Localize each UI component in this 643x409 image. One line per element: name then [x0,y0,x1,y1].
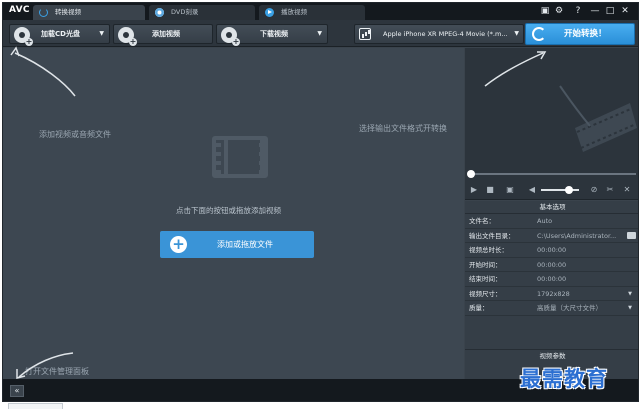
seek-handle[interactable] [467,170,475,178]
maximize-button[interactable]: □ [604,5,616,17]
option-value[interactable]: 1792x828 [537,287,570,301]
tools-icon[interactable]: ✕ [622,185,632,195]
option-value[interactable]: 00:00:00 [537,272,566,286]
option-value: 00:00:00 [537,246,567,254]
option-key: 视频尺寸： [469,289,502,298]
seek-bar[interactable] [465,168,638,180]
video-params-header[interactable]: 视频参数 [465,349,638,361]
option-row-end-time[interactable]: 结束时间： 00:00:00 [465,272,638,287]
taskbar-fragment [8,403,63,409]
option-value[interactable]: C:\Users\Administrator... [537,229,616,243]
option-key: 视频总时长： [469,246,508,254]
option-row-filename[interactable]: 文件名： Auto [465,214,638,229]
option-value[interactable]: Auto [537,214,552,228]
link-icon[interactable]: ⊘ [589,185,599,195]
refresh-icon [532,27,546,41]
hint-arrows [10,46,76,379]
folder-icon[interactable] [627,231,636,239]
chevron-down-icon[interactable]: ▼ [628,301,632,315]
cut-icon[interactable]: ✂ [605,185,615,195]
option-row-duration: 视频总时长： 00:00:00 [465,243,638,258]
screenshot-icon[interactable]: ▣ [539,5,551,17]
help-button[interactable]: ? [572,5,584,17]
options-title: 基本选项 [465,201,638,214]
collapse-panel-button[interactable]: « [10,385,24,397]
seek-track[interactable] [469,173,636,175]
volume-icon[interactable]: ◀ [527,185,537,195]
chevron-down-icon[interactable]: ▼ [628,287,632,301]
option-key: 开始时间： [469,260,502,269]
minimize-button[interactable]: — [589,5,601,17]
preview-film-graphic [484,51,637,152]
volume-slider[interactable] [541,186,579,194]
option-value[interactable]: 00:00:00 [537,258,566,272]
option-value[interactable]: 高质量（大尺寸文件） [537,301,602,315]
start-convert-button[interactable]: 开始转换！ [525,23,635,45]
option-row-video-size[interactable]: 视频尺寸： 1792x828 ▼ [465,287,638,301]
option-key: 文件名： [469,217,495,225]
start-convert-label: 开始转换！ [564,29,607,39]
option-key: 质量： [469,304,489,312]
play-icon[interactable]: ▶ [469,185,479,195]
volume-handle[interactable] [565,186,573,194]
option-key: 输出文件目录： [469,231,515,240]
option-key: 结束时间： [469,275,502,283]
video-preview [465,48,638,168]
app-window: AVC 转换视频 DVD刻录 播放视频 ▣ ⚙ ? — □ ✕ 加载CD光盘 ▼… [2,2,639,402]
option-row-output-dir[interactable]: 输出文件目录： C:\Users\Administrator... [465,229,638,243]
gear-icon[interactable]: ⚙ [553,5,565,17]
chevron-down-icon: ▼ [514,30,519,37]
stop-icon[interactable]: ■ [485,185,495,195]
close-button[interactable]: ✕ [619,5,631,17]
option-row-quality[interactable]: 质量： 高质量（大尺寸文件） ▼ [465,301,638,316]
watermark-logo: 最需教育 [520,366,608,391]
option-row-start-time[interactable]: 开始时间： 00:00:00 [465,258,638,272]
snapshot-icon[interactable]: ▣ [503,185,517,195]
player-controls: ▶ ■ ▣ ◀ ⊘ ✂ ✕ [465,180,638,200]
